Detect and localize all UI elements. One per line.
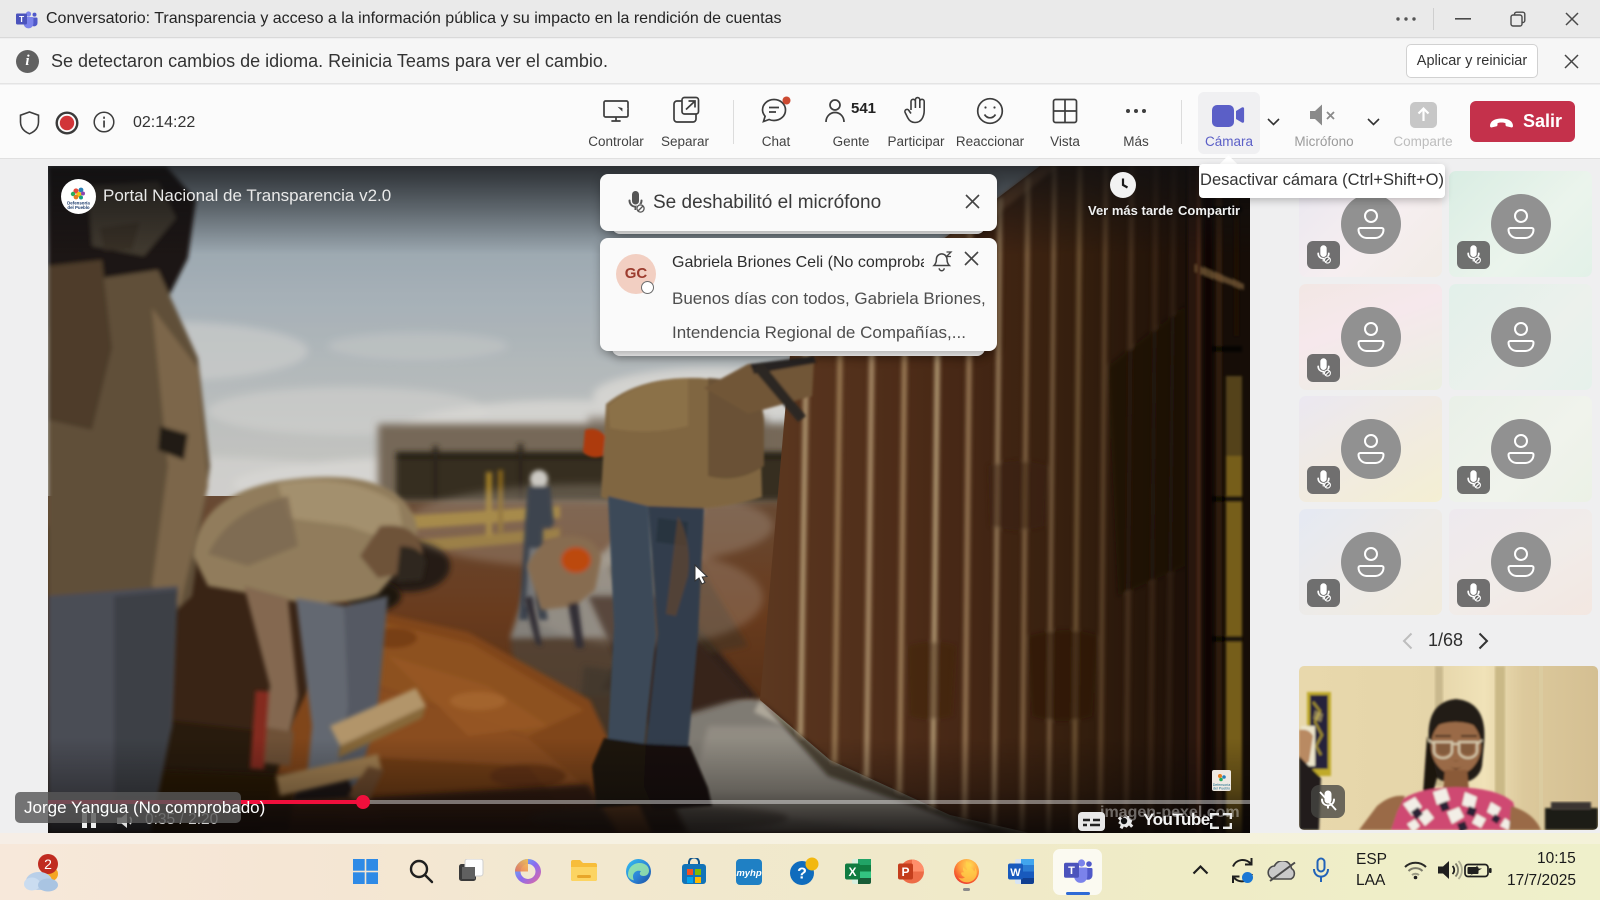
svg-text:W: W: [1010, 867, 1021, 879]
svg-text:541: 541: [851, 100, 876, 117]
svg-text:del Pueblo: del Pueblo: [1213, 787, 1230, 791]
svg-text:P: P: [901, 865, 909, 879]
svg-text:myhp: myhp: [736, 868, 762, 879]
svg-text:?: ?: [797, 866, 807, 883]
svg-text:X: X: [848, 865, 856, 879]
svg-text:T: T: [1068, 865, 1075, 877]
svg-text:del Pueblo: del Pueblo: [67, 205, 90, 210]
svg-text:T: T: [19, 14, 25, 24]
svg-text:2: 2: [44, 856, 52, 872]
